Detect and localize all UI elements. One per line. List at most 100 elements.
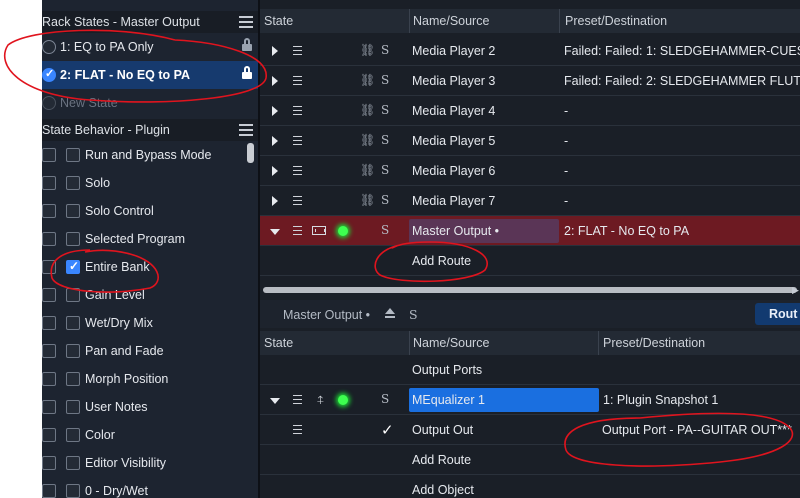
solo-icon[interactable]: S	[381, 392, 389, 406]
checkbox[interactable]	[66, 400, 80, 414]
solo-icon[interactable]: S	[381, 103, 389, 117]
drag-handle-icon[interactable]	[293, 166, 302, 175]
scrollbar-thumb[interactable]	[247, 143, 254, 163]
solo-icon[interactable]: S	[381, 133, 389, 147]
behavior-item[interactable]: Pan and Fade	[42, 337, 258, 365]
link-icon[interactable]: ⛓	[360, 163, 375, 177]
link-icon[interactable]: ⛓	[360, 73, 375, 87]
checkbox[interactable]	[66, 176, 80, 190]
col-name[interactable]: Name/Source	[413, 14, 489, 28]
plugin-preset[interactable]: 1: Plugin Snapshot 1	[603, 393, 718, 407]
checkbox[interactable]	[42, 316, 56, 330]
row-preset[interactable]: -	[564, 194, 568, 208]
checkbox[interactable]	[66, 232, 80, 246]
drag-handle-icon[interactable]	[293, 425, 302, 434]
drag-handle-icon[interactable]	[293, 46, 302, 55]
row-preset[interactable]: Failed: Failed: 2: SLEDGEHAMMER FLUTE 2-…	[564, 74, 800, 88]
add-route-label[interactable]: Add Route	[412, 453, 471, 467]
collapse-icon[interactable]	[270, 398, 280, 404]
menu-icon[interactable]	[239, 124, 253, 136]
radio-button[interactable]	[42, 67, 56, 82]
drag-handle-icon[interactable]	[293, 136, 302, 145]
plugin-name[interactable]: MEqualizer 1	[412, 393, 485, 407]
col-name[interactable]: Name/Source	[413, 336, 489, 350]
output-row[interactable]: ✓ Output Out Output Port - PA--GUITAR OU…	[260, 415, 800, 445]
row-name[interactable]: Media Player 4	[412, 104, 495, 118]
checkbox[interactable]	[66, 344, 80, 358]
behavior-item[interactable]: Entire Bank	[42, 253, 258, 281]
horizontal-scrollbar[interactable]: ▶	[260, 285, 800, 295]
behavior-item[interactable]: Color	[42, 421, 258, 449]
checkbox[interactable]	[42, 372, 56, 386]
scroll-right-icon[interactable]: ▶	[792, 285, 799, 296]
drag-handle-icon[interactable]	[293, 196, 302, 205]
checkbox[interactable]	[42, 456, 56, 470]
checkbox[interactable]	[42, 204, 56, 218]
checkbox[interactable]	[66, 316, 80, 330]
drag-handle-icon[interactable]	[293, 106, 302, 115]
checkbox[interactable]	[66, 456, 80, 470]
checkbox[interactable]	[66, 372, 80, 386]
checkbox[interactable]	[42, 232, 56, 246]
checkbox[interactable]	[66, 259, 80, 274]
col-preset[interactable]: Preset/Destination	[603, 336, 705, 350]
drag-handle-icon[interactable]	[293, 76, 302, 85]
radio-button[interactable]	[42, 96, 56, 110]
row-preset[interactable]: Failed: Failed: 1: SLEDGEHAMMER-CUES-Eb	[564, 44, 800, 58]
scrollbar[interactable]	[246, 143, 255, 498]
behavior-item[interactable]: Gain Level	[42, 281, 258, 309]
col-preset[interactable]: Preset/Destination	[565, 14, 667, 28]
col-state[interactable]: State	[264, 14, 293, 28]
menu-icon[interactable]	[239, 16, 253, 28]
solo-icon[interactable]: S	[381, 43, 389, 57]
state-item-1[interactable]: 1: EQ to PA Only	[42, 33, 258, 61]
checkbox[interactable]	[66, 428, 80, 442]
behavior-item[interactable]: Morph Position	[42, 365, 258, 393]
link-icon[interactable]: ⛓	[360, 43, 375, 57]
behavior-item[interactable]: Editor Visibility	[42, 449, 258, 477]
add-route-row[interactable]: Add Route	[260, 246, 800, 276]
row-preset[interactable]: -	[564, 164, 568, 178]
add-object-row[interactable]: Add Object	[260, 475, 800, 498]
plugin-row[interactable]: ⍏ S MEqualizer 1 1: Plugin Snapshot 1	[260, 385, 800, 415]
checkbox[interactable]	[42, 260, 56, 274]
checkbox[interactable]	[42, 176, 56, 190]
expand-icon[interactable]	[272, 166, 278, 176]
behavior-item[interactable]: Run and Bypass Mode	[42, 141, 258, 169]
link-icon[interactable]: ⛓	[360, 133, 375, 147]
behavior-item[interactable]: User Notes	[42, 393, 258, 421]
expand-icon[interactable]	[272, 46, 278, 56]
behavior-item[interactable]: Solo	[42, 169, 258, 197]
behavior-item[interactable]: Solo Control	[42, 197, 258, 225]
solo-icon[interactable]: S	[381, 163, 389, 177]
new-state-row[interactable]: New State	[42, 89, 258, 117]
row-name[interactable]: Media Player 2	[412, 44, 495, 58]
link-icon[interactable]: ⛓	[360, 193, 375, 207]
row-name[interactable]: Media Player 3	[412, 74, 495, 88]
expand-icon[interactable]	[272, 76, 278, 86]
checkbox[interactable]	[42, 400, 56, 414]
expand-icon[interactable]	[272, 106, 278, 116]
drag-handle-icon[interactable]	[293, 226, 302, 235]
scrollbar-thumb[interactable]	[263, 287, 797, 293]
add-route-row[interactable]: Add Route	[260, 445, 800, 475]
output-destination[interactable]: Output Port - PA--GUITAR OUT***	[602, 423, 792, 437]
checkbox[interactable]	[66, 148, 80, 162]
col-state[interactable]: State	[264, 336, 293, 350]
route-button[interactable]: Rout	[755, 303, 800, 325]
behavior-item[interactable]: Selected Program	[42, 225, 258, 253]
status-led-icon[interactable]	[338, 226, 348, 236]
table-row[interactable]: ⛓ S Media Player 5 -	[260, 126, 800, 156]
checkbox[interactable]	[42, 148, 56, 162]
checkbox[interactable]	[66, 288, 80, 302]
row-name[interactable]: Media Player 7	[412, 194, 495, 208]
eject-icon[interactable]	[385, 308, 395, 319]
output-name[interactable]: Output Out	[412, 423, 473, 437]
checkbox[interactable]	[42, 344, 56, 358]
solo-icon[interactable]: S	[381, 73, 389, 87]
behavior-item[interactable]: 0 - Dry/Wet	[42, 477, 258, 498]
add-object-label[interactable]: Add Object	[412, 483, 474, 497]
checkbox[interactable]	[42, 484, 56, 498]
table-row[interactable]: ⛓ S Media Player 3 Failed: Failed: 2: SLEDG…	[260, 66, 800, 96]
row-name[interactable]: Master Output •	[412, 224, 499, 238]
